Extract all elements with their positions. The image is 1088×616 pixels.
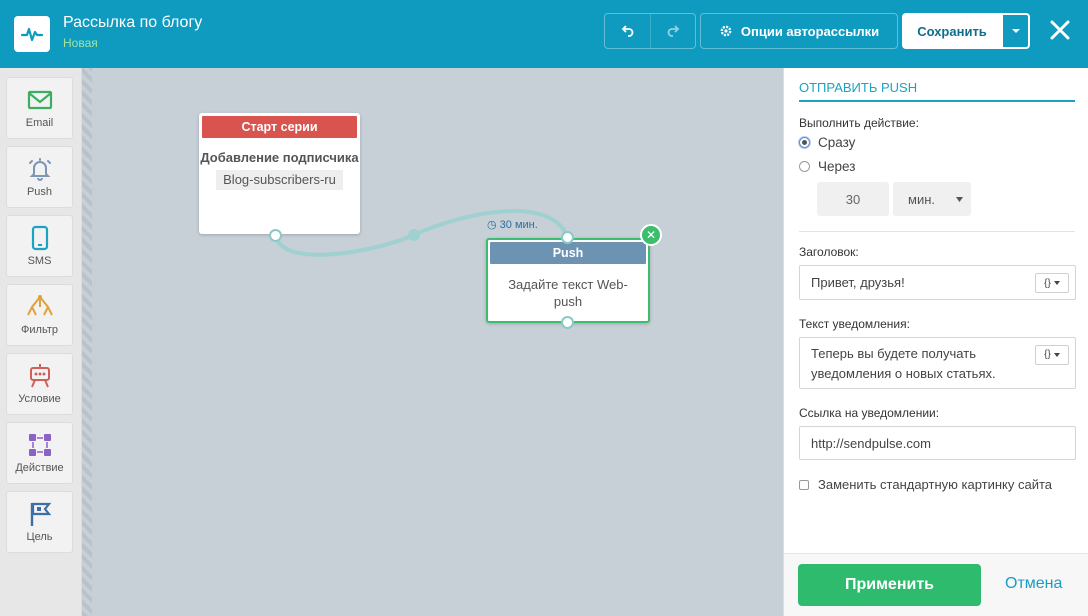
tool-filter[interactable]: Фильтр [6,284,73,346]
element-toolbar: Email Push SMS Фильтр Условие Действие Ц… [0,68,82,616]
clock-icon: ◷ [487,219,497,231]
undo-button[interactable] [605,14,650,48]
radio-now-label: Сразу [818,135,856,150]
tool-condition-label: Условие [18,393,61,405]
delay-label: ◷ 30 мин. [487,218,538,231]
notification-text-value: Теперь вы будете получать уведомления о … [811,346,996,381]
options-button-inner: Опции авторассылки [701,14,897,48]
replace-image-checkbox[interactable]: Заменить стандартную картинку сайта [799,477,1052,492]
braces-icon: {} [1044,277,1051,289]
connection-midpoint[interactable] [408,229,420,241]
push-node[interactable]: Push Задайте текст Web-push [486,238,650,323]
tool-sms[interactable]: SMS [6,215,73,277]
redo-icon [667,25,680,37]
delay-text: 30 мин. [499,219,538,231]
remove-node-button[interactable]: ✕ [640,224,662,246]
tool-action[interactable]: Действие [6,422,73,484]
panel-title: ОТПРАВИТЬ PUSH [799,80,918,95]
cancel-link[interactable]: Отмена [1005,575,1062,593]
history-button-group [604,13,696,49]
push-node-input-port[interactable] [561,231,574,244]
heading-label: Заголовок: [799,245,859,259]
start-node-title: Добавление подписчика [200,150,359,165]
connection-line [274,209,570,257]
pulse-logo-icon[interactable] [14,16,50,52]
goal-flag-icon [30,502,51,526]
close-icon [1050,20,1070,40]
delay-unit-value: мин. [908,191,935,207]
start-node[interactable]: Старт серии Добавление подписчика Blog-s… [199,113,360,234]
radio-after-label: Через [818,159,856,174]
link-value: http://sendpulse.com [811,435,931,451]
chevron-down-icon [1053,281,1060,285]
action-icon [28,434,51,456]
radio-after[interactable]: Через [799,159,855,174]
start-node-list-tag: Blog-subscribers-ru [216,170,343,190]
close-icon: ✕ [645,228,657,242]
radio-now[interactable]: Сразу [799,135,855,150]
tool-goal-label: Цель [26,531,53,543]
tool-email[interactable]: Email [6,77,73,139]
panel-title-underline [799,100,1075,102]
tool-sms-label: SMS [27,255,52,267]
notification-text-area[interactable]: Теперь вы будете получать уведомления о … [799,337,1076,389]
tool-action-label: Действие [15,462,64,474]
undo-icon [621,25,633,37]
status-subtitle: Новая [63,36,98,50]
autoseries-options-button[interactable]: Опции авторассылки [700,13,898,49]
page-title: Рассылка по блогу [63,14,203,31]
divider [799,231,1075,232]
chevron-down-icon [956,196,963,202]
tool-push-label: Push [26,186,53,198]
start-node-output-port[interactable] [269,229,282,242]
tool-condition[interactable]: Условие [6,353,73,415]
push-node-body: Задайте текст Web-push [508,277,628,309]
action-label: Выполнить действие: [799,116,919,130]
replace-image-checkbox-control[interactable] [799,479,809,490]
envelope-icon [27,90,52,110]
radio-now-control[interactable] [799,137,810,148]
radio-after-control[interactable] [799,161,810,172]
text-variables-button[interactable]: {} [1035,345,1069,365]
tool-filter-label: Фильтр [21,324,58,336]
gear-icon [720,25,732,37]
chevron-down-icon [1053,353,1060,357]
heading-variables-button[interactable]: {} [1035,273,1069,293]
save-button[interactable]: Сохранить [902,13,1002,49]
start-node-header: Старт серии [202,116,357,138]
filter-icon [26,295,53,316]
braces-icon: {} [1044,349,1051,360]
panel-footer: Применить Отмена [784,553,1088,616]
save-dropdown-button[interactable] [1002,13,1030,49]
link-input[interactable]: http://sendpulse.com [799,426,1076,460]
app-header: Рассылка по блогу Новая Опции авторассыл… [0,0,1088,68]
flow-canvas[interactable]: Старт серии Добавление подписчика Blog-s… [82,68,783,616]
condition-icon [29,364,50,388]
bell-icon [28,158,51,181]
push-node-header: Push [490,242,646,264]
save-button-group: Сохранить [902,13,1030,49]
close-button[interactable] [1046,16,1074,44]
apply-button[interactable]: Применить [798,564,981,606]
tool-email-label: Email [25,117,54,129]
chevron-down-icon [1011,29,1020,33]
heading-input[interactable]: Привет, друзья! {} [799,265,1076,300]
options-label: Опции авторассылки [740,23,880,39]
link-label: Ссылка на уведомлении: [799,406,940,420]
heading-value: Привет, друзья! [811,275,905,290]
text-label: Текст уведомления: [799,317,910,331]
phone-icon [31,225,48,251]
tool-push[interactable]: Push [6,146,73,208]
delay-unit-select[interactable]: мин. [893,182,971,216]
save-label: Сохранить [917,23,987,39]
delay-value-input[interactable]: 30 [817,182,889,216]
tool-goal[interactable]: Цель [6,491,73,553]
push-node-output-port[interactable] [561,316,574,329]
replace-image-label: Заменить стандартную картинку сайта [818,477,1053,492]
redo-button[interactable] [650,14,695,48]
settings-panel: ОТПРАВИТЬ PUSH Выполнить действие: Сразу… [783,68,1088,616]
